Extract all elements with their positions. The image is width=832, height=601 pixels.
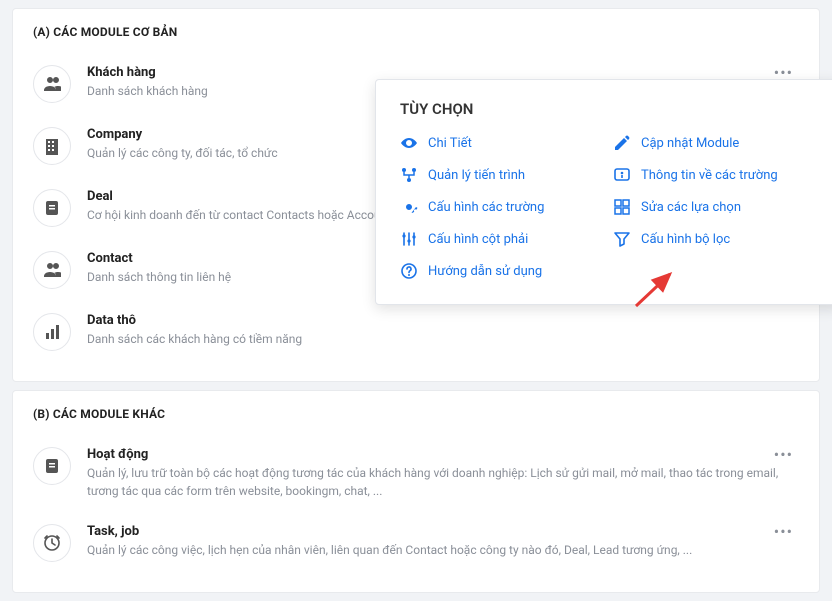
clock-icon — [33, 524, 71, 562]
option-flow[interactable]: Quản lý tiến trình — [400, 166, 603, 184]
module-title: Hoạt động — [87, 447, 799, 462]
funnel-icon — [613, 230, 631, 248]
module-desc: Quản lý các công việc, lịch hẹn của nhân… — [87, 541, 799, 559]
section-b-title: (B) CÁC MODULE KHÁC — [33, 407, 799, 421]
option-label: Cập nhật Module — [641, 136, 739, 151]
module-row[interactable]: Task, job Quản lý các công việc, lịch hẹn… — [33, 514, 799, 576]
option-sliders[interactable]: Cấu hình cột phải — [400, 230, 603, 248]
option-grid[interactable]: Sửa các lựa chọn — [613, 198, 816, 216]
flow-icon — [400, 166, 418, 184]
section-a-title: (A) CÁC MODULE CƠ BẢN — [33, 25, 799, 39]
module-content: Data thô Danh sách các khách hàng có tiềm… — [87, 313, 799, 348]
option-label: Thông tin về các trường — [641, 168, 778, 183]
building-icon — [33, 127, 71, 165]
option-label: Cấu hình các trường — [428, 200, 544, 215]
option-question[interactable]: Hướng dẫn sử dụng — [400, 262, 603, 280]
doc-icon — [33, 447, 71, 485]
module-title: Task, job — [87, 524, 799, 539]
section-b-card: (B) CÁC MODULE KHÁC Hoạt động Quản lý, lư… — [12, 390, 820, 593]
eye-icon — [400, 134, 418, 152]
module-desc: Danh sách các khách hàng có tiềm năng — [87, 330, 799, 348]
option-label: Cấu hình bộ lọc — [641, 232, 730, 247]
question-icon — [400, 262, 418, 280]
module-desc: Quản lý, lưu trữ toàn bộ các hoạt động t… — [87, 464, 799, 500]
pencil-icon — [613, 134, 631, 152]
module-content: Task, job Quản lý các công việc, lịch hẹn… — [87, 524, 799, 559]
info-icon — [613, 166, 631, 184]
option-pencil[interactable]: Cập nhật Module — [613, 134, 816, 152]
module-content: Hoạt động Quản lý, lưu trữ toàn bộ các ho… — [87, 447, 799, 500]
option-label: Cấu hình cột phải — [428, 232, 528, 247]
bars-icon — [33, 313, 71, 351]
option-label: Quản lý tiến trình — [428, 168, 525, 183]
popover-title: TÙY CHỌN — [400, 100, 816, 118]
module-row[interactable]: Hoạt động Quản lý, lưu trữ toàn bộ các ho… — [33, 437, 799, 514]
module-row[interactable]: Data thô Danh sách các khách hàng có tiềm… — [33, 303, 799, 365]
option-label: Chi Tiết — [428, 136, 472, 151]
option-eye[interactable]: Chi Tiết — [400, 134, 603, 152]
more-button[interactable]: ••• — [768, 520, 799, 543]
module-title: Data thô — [87, 313, 799, 328]
gear-icon — [400, 198, 418, 216]
option-label: Sửa các lựa chọn — [641, 200, 741, 215]
doc-icon — [33, 189, 71, 227]
option-label: Hướng dẫn sử dụng — [428, 264, 542, 279]
grid-icon — [613, 198, 631, 216]
module-title: Khách hàng — [87, 65, 799, 80]
option-gear[interactable]: Cấu hình các trường — [400, 198, 603, 216]
sliders-icon — [400, 230, 418, 248]
section-a-card: (A) CÁC MODULE CƠ BẢN Khách hàng Danh sác… — [12, 8, 820, 382]
users-icon — [33, 65, 71, 103]
options-popover: TÙY CHỌN Chi Tiết Cập nhật Module Quản lý … — [375, 79, 832, 305]
option-info[interactable]: Thông tin về các trường — [613, 166, 816, 184]
more-button[interactable]: ••• — [768, 443, 799, 466]
option-funnel[interactable]: Cấu hình bộ lọc — [613, 230, 816, 248]
users-icon — [33, 251, 71, 289]
